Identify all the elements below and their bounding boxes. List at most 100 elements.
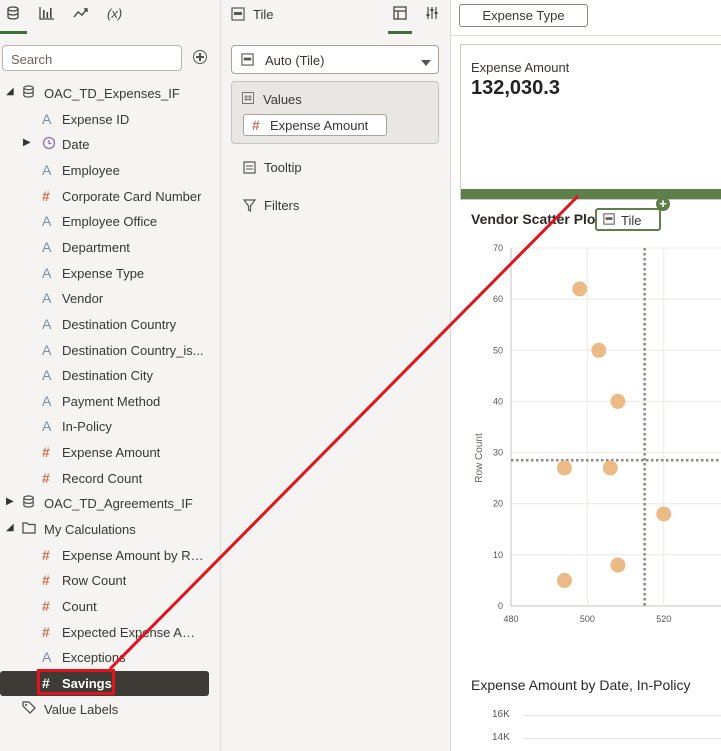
measure-icon: #	[42, 444, 50, 460]
measure-icon: #	[252, 117, 260, 133]
values-drop-zone[interactable]: Values # Expense Amount	[231, 81, 439, 144]
viz-tab-label[interactable]: Tile	[253, 7, 273, 22]
tree-item[interactable]: A Destination Country	[0, 312, 220, 337]
tree-item[interactable]: A Expense Type	[0, 261, 220, 286]
line-gridline	[523, 715, 721, 716]
x-tick-label: 500	[580, 614, 595, 624]
scatter-point[interactable]	[656, 506, 672, 522]
tree-item[interactable]: A Employee	[0, 158, 220, 183]
tree-item[interactable]: ◢ My Calculations	[0, 517, 220, 542]
active-tab-indicator	[388, 31, 412, 34]
database-icon	[22, 85, 35, 101]
expand-caret-icon[interactable]: ▶	[6, 496, 14, 507]
scatter-point[interactable]	[556, 460, 572, 476]
tree-item-label: My Calculations	[44, 522, 136, 537]
properties-icon[interactable]	[425, 6, 439, 23]
tree-item[interactable]: # Record Count	[0, 466, 220, 491]
collapse-caret-icon[interactable]: ◢	[6, 86, 14, 97]
tree-item[interactable]: # Expected Expense Amo...	[0, 620, 220, 645]
tree-item-label: Employee Office	[62, 214, 158, 229]
y-tick-label: 50	[493, 345, 503, 355]
line-gridline	[523, 738, 721, 739]
scatter-title: Vendor Scatter Plo	[471, 211, 596, 227]
tree-item[interactable]: A Expense ID	[0, 107, 220, 132]
add-icon[interactable]	[193, 50, 207, 64]
y-tick-label: 70	[493, 243, 503, 253]
tree-item-label: Exceptions	[62, 650, 126, 665]
tree-item-label: Expected Expense Amo...	[62, 625, 205, 640]
add-plus-icon: +	[656, 197, 670, 211]
layout-icon[interactable]	[393, 6, 407, 23]
measure-icon: #	[42, 598, 50, 614]
tree-item-label: Destination Country	[62, 317, 177, 332]
tree-item[interactable]: # Expense Amount by Re...	[0, 543, 220, 568]
grammar-panel: Tile Auto (Tile) Values # Expense Amount…	[221, 0, 451, 751]
y-tick-label: 10	[493, 550, 503, 560]
attribute-icon: A	[42, 649, 52, 665]
y-tick-label: 20	[493, 499, 503, 509]
tile-label: Expense Amount	[471, 60, 570, 75]
data-panel: (x) Search ◢ OAC_TD_Expenses_IF A Expense I…	[0, 0, 221, 751]
attribute-icon: A	[42, 213, 52, 229]
drag-chip-tile: Tile	[595, 208, 661, 231]
tree-item-label: Vendor	[62, 291, 104, 306]
function-icon[interactable]: (x)	[107, 6, 122, 21]
tree-item[interactable]: # Count	[0, 594, 220, 619]
bar-chart-icon[interactable]	[39, 6, 55, 23]
tree-item[interactable]: ▶ OAC_TD_Agreements_IF	[0, 491, 220, 516]
hash-icon	[242, 92, 254, 107]
tree-item-label: Payment Method	[62, 394, 161, 409]
tree-item[interactable]: A Exceptions	[0, 645, 220, 670]
attribute-icon: A	[42, 367, 52, 383]
date-icon	[42, 136, 56, 153]
tile-accent-bar	[461, 189, 721, 199]
database-icon[interactable]	[6, 6, 20, 23]
x-tick-label: 480	[503, 614, 518, 624]
tree-item[interactable]: A Destination Country_is...	[0, 338, 220, 363]
trend-icon[interactable]	[73, 6, 89, 23]
tile-visualization[interactable]: Expense Amount 132,030.3	[460, 44, 721, 200]
tile-viz-icon	[241, 53, 254, 69]
tile-viz-icon	[231, 7, 245, 24]
tree-item-label: Destination Country_is...	[62, 343, 204, 358]
tree-item-label: Expense Type	[62, 266, 145, 281]
scatter-point[interactable]	[602, 460, 618, 476]
y-axis-label: Row Count	[474, 433, 485, 483]
measure-icon: #	[42, 547, 50, 563]
selection-highlight-box	[37, 669, 115, 695]
tree-item[interactable]: # Expense Amount	[0, 440, 220, 465]
scatter-point[interactable]	[556, 572, 572, 588]
scatter-point[interactable]	[591, 342, 607, 358]
collapse-caret-icon[interactable]: ◢	[6, 522, 14, 533]
tree-item[interactable]: A In-Policy	[0, 414, 220, 439]
scatter-point[interactable]	[610, 557, 626, 573]
folder-icon	[22, 521, 36, 537]
expand-caret-icon[interactable]: ▶	[23, 137, 31, 148]
filter-expense-type[interactable]: Expense Type	[459, 4, 588, 27]
viz-type-select[interactable]: Auto (Tile)	[231, 45, 439, 74]
tree-item[interactable]: A Payment Method	[0, 389, 220, 414]
tree-item[interactable]: A Employee Office	[0, 209, 220, 234]
line-tick-label: 16K	[492, 709, 510, 720]
caret-down-icon	[421, 55, 431, 70]
canvas: Expense Type Expense Amount 132,030.3 Ve…	[451, 0, 721, 751]
search-input[interactable]: Search	[2, 45, 182, 71]
tree-item[interactable]: A Destination City	[0, 363, 220, 388]
active-tab-indicator	[0, 31, 27, 34]
tree-item-label: OAC_TD_Expenses_IF	[44, 86, 180, 101]
attribute-icon: A	[42, 111, 52, 127]
tree-item[interactable]: Value Labels	[0, 697, 220, 722]
tree-item[interactable]: # Row Count	[0, 568, 220, 593]
tree-item[interactable]: A Department	[0, 235, 220, 260]
filter-icon	[242, 199, 257, 215]
tree-item[interactable]: ◢ OAC_TD_Expenses_IF	[0, 81, 220, 106]
scatter-point[interactable]	[610, 393, 626, 409]
scatter-point[interactable]	[572, 281, 588, 297]
values-pill[interactable]: # Expense Amount	[243, 114, 387, 136]
attribute-icon: A	[42, 316, 52, 332]
filter-bar-divider	[451, 35, 721, 36]
scatter-chart[interactable]: 0 10 20 30 40 50 60 70 480 500 520 Row Count	[451, 238, 721, 638]
tree-item[interactable]: ▶ Date	[0, 132, 220, 157]
tree-item[interactable]: # Corporate Card Number	[0, 184, 220, 209]
tree-item[interactable]: A Vendor	[0, 286, 220, 311]
